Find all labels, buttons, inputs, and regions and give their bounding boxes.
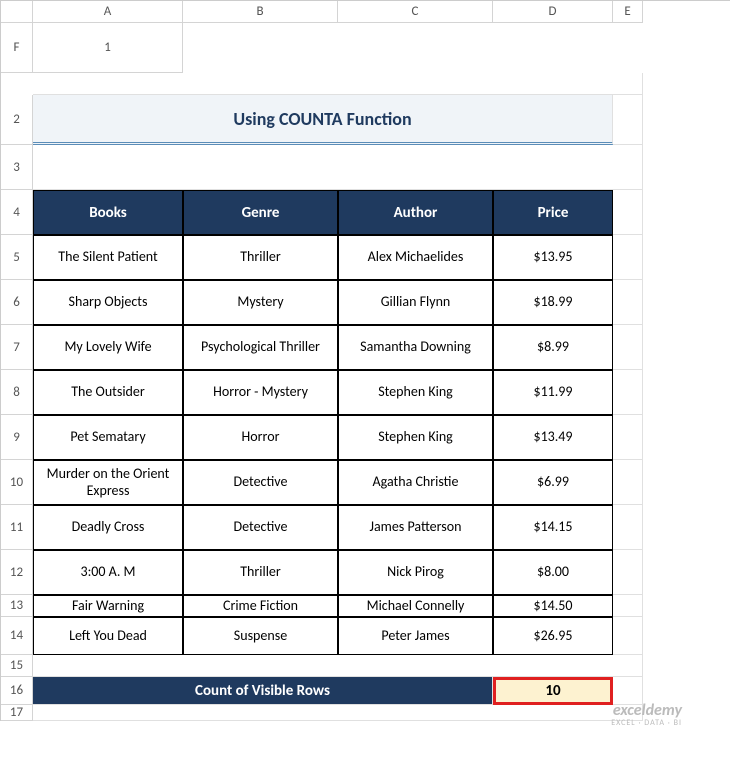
- cell-book[interactable]: The Outsider: [33, 370, 183, 415]
- cell-author[interactable]: Peter James: [338, 617, 493, 655]
- th-books[interactable]: Books: [33, 190, 183, 235]
- cell-empty[interactable]: [613, 325, 643, 370]
- cell-book[interactable]: Pet Sematary: [33, 415, 183, 460]
- grid-corner: [1, 1, 33, 23]
- th-price[interactable]: Price: [493, 190, 613, 235]
- cell-author[interactable]: Alex Michaelides: [338, 235, 493, 280]
- cell-author[interactable]: Gillian Flynn: [338, 280, 493, 325]
- row-header-6[interactable]: 6: [1, 280, 33, 325]
- row-header-12[interactable]: 12: [1, 550, 33, 595]
- col-header-b[interactable]: B: [183, 1, 338, 23]
- cell-book[interactable]: Left You Dead: [33, 617, 183, 655]
- page-title[interactable]: Using COUNTA Function: [33, 95, 613, 145]
- cell-genre[interactable]: Psychological Thriller: [183, 325, 338, 370]
- spreadsheet-grid: A B C D E F 1 2 Using COUNTA Function 3 …: [0, 0, 730, 721]
- cell-author[interactable]: James Patterson: [338, 505, 493, 550]
- cell-book[interactable]: Fair Warning: [33, 595, 183, 617]
- th-genre[interactable]: Genre: [183, 190, 338, 235]
- col-header-d[interactable]: D: [493, 1, 613, 23]
- cell-book[interactable]: Sharp Objects: [33, 280, 183, 325]
- row-header-2[interactable]: 2: [1, 95, 33, 145]
- cell-price[interactable]: $14.15: [493, 505, 613, 550]
- row-header-7[interactable]: 7: [1, 325, 33, 370]
- cell-book[interactable]: My Lovely Wife: [33, 325, 183, 370]
- cell-author[interactable]: Samantha Downing: [338, 325, 493, 370]
- cell-empty[interactable]: [613, 415, 643, 460]
- cell-genre[interactable]: Detective: [183, 460, 338, 505]
- count-label[interactable]: Count of Visible Rows: [33, 677, 493, 705]
- row-header-10[interactable]: 10: [1, 460, 33, 505]
- cell-empty[interactable]: [613, 370, 643, 415]
- cell-price[interactable]: $13.95: [493, 235, 613, 280]
- row-header-16[interactable]: 16: [1, 677, 33, 705]
- watermark: exceldemy EXCEL · DATA · BI: [611, 702, 682, 728]
- cell-price[interactable]: $6.99: [493, 460, 613, 505]
- cell-genre[interactable]: Detective: [183, 505, 338, 550]
- row-header-4[interactable]: 4: [1, 190, 33, 235]
- cell-empty[interactable]: [33, 655, 643, 677]
- watermark-title: exceldemy: [611, 702, 682, 720]
- cell-author[interactable]: Stephen King: [338, 370, 493, 415]
- col-header-c[interactable]: C: [338, 1, 493, 23]
- col-header-e[interactable]: E: [613, 1, 643, 23]
- cell-empty[interactable]: [613, 460, 643, 505]
- row-header-1[interactable]: 1: [33, 23, 183, 73]
- cell-price[interactable]: $18.99: [493, 280, 613, 325]
- cell-author[interactable]: Michael Connelly: [338, 595, 493, 617]
- row-header-3[interactable]: 3: [1, 145, 33, 190]
- col-header-f[interactable]: F: [1, 23, 33, 73]
- cell-genre[interactable]: Thriller: [183, 550, 338, 595]
- cell-empty[interactable]: [613, 95, 643, 145]
- cell-empty[interactable]: [613, 280, 643, 325]
- watermark-sub: EXCEL · DATA · BI: [611, 719, 682, 728]
- cell-author[interactable]: Agatha Christie: [338, 460, 493, 505]
- cell-empty[interactable]: [33, 73, 643, 95]
- cell-genre[interactable]: Thriller: [183, 235, 338, 280]
- row-header-13[interactable]: 13: [1, 595, 33, 617]
- cell-price[interactable]: $8.99: [493, 325, 613, 370]
- cell-empty[interactable]: [613, 550, 643, 595]
- cell-empty[interactable]: [613, 235, 643, 280]
- cell-genre[interactable]: Horror: [183, 415, 338, 460]
- cell-price[interactable]: $26.95: [493, 617, 613, 655]
- cell-genre[interactable]: Horror - Mystery: [183, 370, 338, 415]
- cell-book[interactable]: The Silent Patient: [33, 235, 183, 280]
- cell-price[interactable]: $11.99: [493, 370, 613, 415]
- row-header-8[interactable]: 8: [1, 370, 33, 415]
- row-header-9[interactable]: 9: [1, 415, 33, 460]
- row-header-14[interactable]: 14: [1, 617, 33, 655]
- cell-genre[interactable]: Crime Fiction: [183, 595, 338, 617]
- cell-book[interactable]: 3:00 A. M: [33, 550, 183, 595]
- th-author[interactable]: Author: [338, 190, 493, 235]
- cell-price[interactable]: $13.49: [493, 415, 613, 460]
- cell-author[interactable]: Stephen King: [338, 415, 493, 460]
- cell-price[interactable]: $14.50: [493, 595, 613, 617]
- row-header-17[interactable]: 17: [1, 705, 33, 721]
- cell-book[interactable]: Murder on the Orient Express: [33, 460, 183, 505]
- cell-empty[interactable]: [613, 505, 643, 550]
- cell-empty[interactable]: [33, 705, 643, 721]
- cell-genre[interactable]: Mystery: [183, 280, 338, 325]
- row-header-15[interactable]: 15: [1, 655, 33, 677]
- row-header-11[interactable]: 11: [1, 505, 33, 550]
- cell-empty[interactable]: [613, 190, 643, 235]
- cell-author[interactable]: Nick Pirog: [338, 550, 493, 595]
- count-value[interactable]: 10: [493, 677, 613, 705]
- row-header-5[interactable]: 5: [1, 235, 33, 280]
- cell-empty[interactable]: [613, 617, 643, 655]
- cell-empty[interactable]: [613, 595, 643, 617]
- cell-book[interactable]: Deadly Cross: [33, 505, 183, 550]
- cell-genre[interactable]: Suspense: [183, 617, 338, 655]
- col-header-a[interactable]: A: [33, 1, 183, 23]
- cell-price[interactable]: $8.00: [493, 550, 613, 595]
- cell-empty[interactable]: [33, 145, 643, 190]
